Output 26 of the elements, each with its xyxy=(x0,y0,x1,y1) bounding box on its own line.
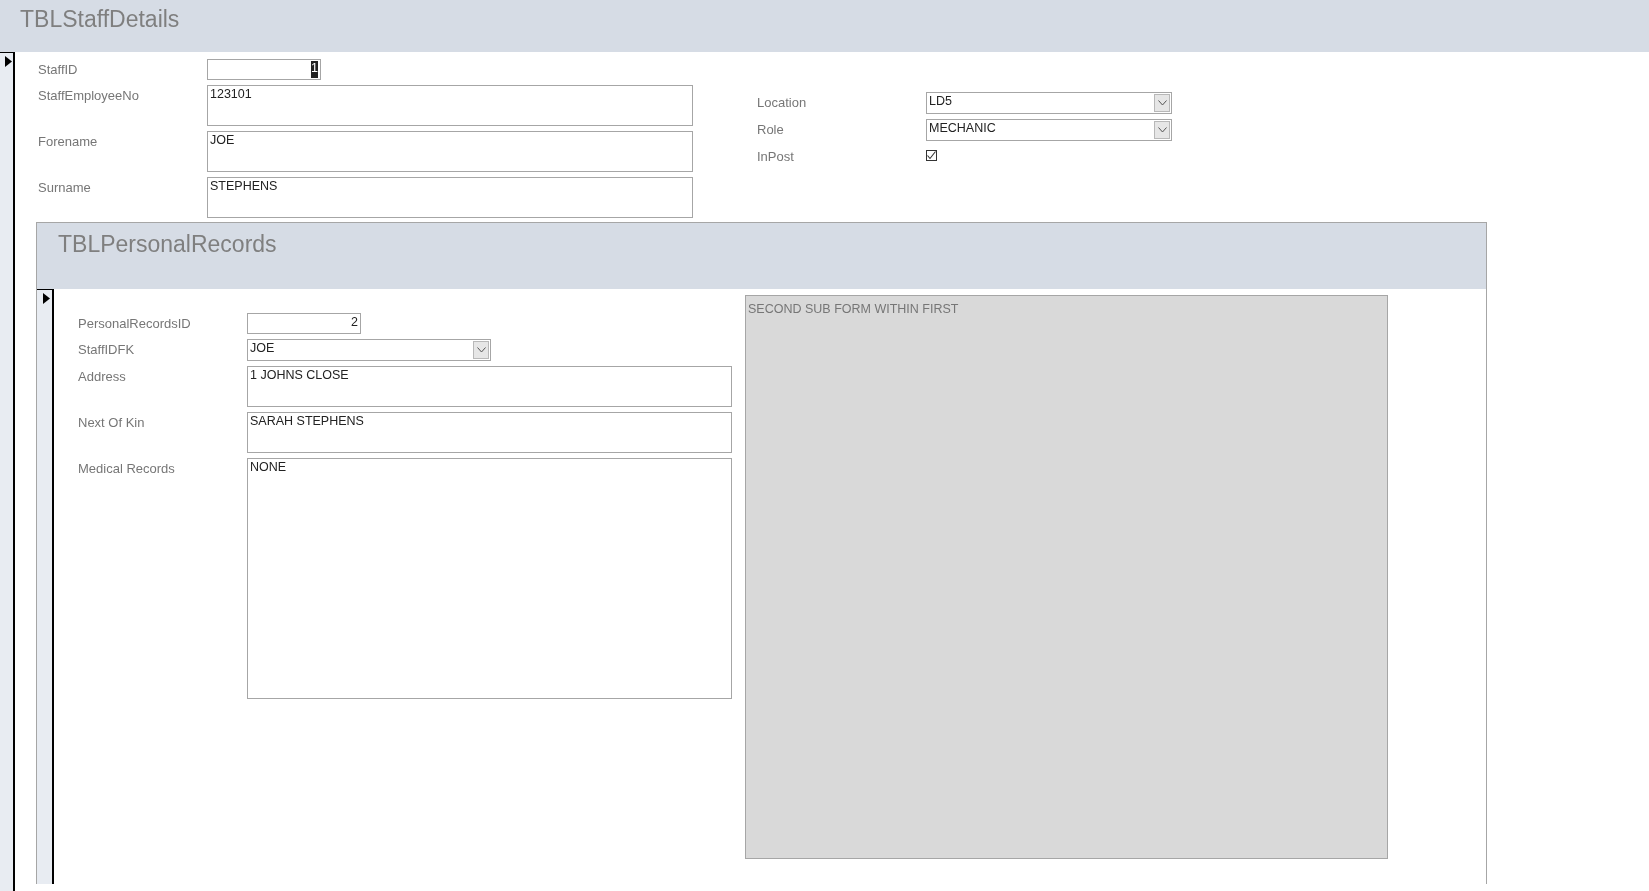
field-label: Next Of Kin xyxy=(78,414,146,430)
field-label: Location xyxy=(757,94,808,110)
field-label: Address xyxy=(78,368,127,384)
subform-title: TBLPersonalRecords xyxy=(58,231,277,258)
form-title: TBLStaffDetails xyxy=(20,6,180,33)
field-label: InPost xyxy=(757,148,795,164)
field-label: StaffID xyxy=(38,61,79,77)
field-label: Surname xyxy=(38,179,92,195)
record-selector[interactable] xyxy=(37,289,54,884)
text-field[interactable]: JOE xyxy=(207,131,693,172)
subform-label: SECOND SUB FORM WITHIN FIRST xyxy=(748,302,959,316)
field-label: Medical Records xyxy=(78,460,176,476)
field-label: StaffIDFK xyxy=(78,341,136,357)
field-label: StaffEmployeeNo xyxy=(38,87,140,103)
number-field[interactable]: 2 xyxy=(247,313,361,334)
text-field[interactable]: 123101 xyxy=(207,85,693,126)
text-field[interactable]: 1 JOHNS CLOSE xyxy=(247,366,732,407)
text-field[interactable]: STEPHENS xyxy=(207,177,693,218)
number-field[interactable]: 1 xyxy=(207,59,321,80)
field-label: PersonalRecordsID xyxy=(78,315,192,331)
field-label: Role xyxy=(757,121,785,137)
field-label: Forename xyxy=(38,133,99,149)
record-selector[interactable] xyxy=(0,52,15,891)
text-area[interactable]: NONE xyxy=(247,458,732,699)
text-field[interactable]: SARAH STEPHENS xyxy=(247,412,732,453)
checkbox[interactable] xyxy=(926,150,937,161)
